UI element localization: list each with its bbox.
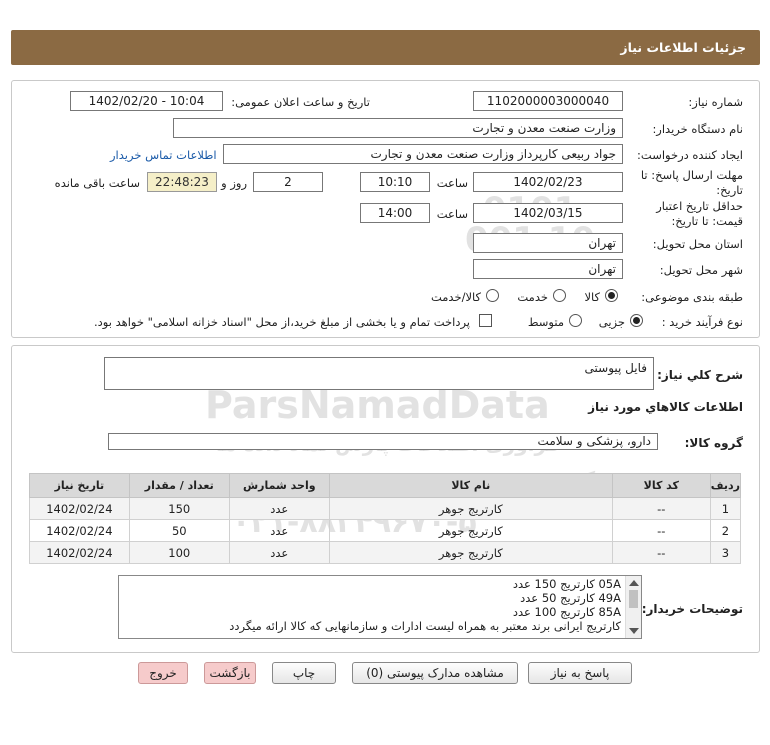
remaining-time-field: 22:48:23 [147,172,217,192]
page-title: جزئیات اطلاعات نیاز [11,30,760,65]
note-line: کارتریج ایرانی برند معتبر به همراه لیست … [229,619,621,633]
scroll-up-icon[interactable] [629,580,639,586]
category-option-service: خدمت [517,290,548,304]
cell-date: 1402/02/24 [29,497,130,520]
process-option-medium: متوسط [527,315,564,329]
province-label: استان محل تحویل: [652,237,743,251]
validity-label-line1: حداقل تاریخ اعتبار [656,199,743,213]
scroll-thumb[interactable] [629,590,638,608]
validity-label-line2: قیمت: تا تاریخ: [671,214,743,228]
table-row: 3 -- کارتریج جوهر عدد 100 1402/02/24 [29,541,742,564]
exit-button[interactable]: خروج [138,662,188,684]
treasury-payment-note: پرداخت تمام و یا بخشی از مبلغ خرید،از مح… [94,315,470,329]
goods-table: ردیف کد کالا نام کالا واحد شمارش تعداد /… [29,473,742,564]
col-unit: واحد شمارش [228,473,330,498]
cell-row: 2 [709,519,742,542]
col-code: کد کالا [611,473,711,498]
deadline-label-line1: مهلت ارسال پاسخ: تا [640,168,743,182]
province-field: تهران [473,233,623,253]
deadline-date-field: 1402/02/23 [473,172,623,192]
notes-scrollbar[interactable] [625,576,641,638]
reply-button[interactable]: پاسخ به نیاز [528,662,632,684]
days-label: روز و [221,176,247,190]
validity-time-field: 14:00 [360,203,430,223]
deadline-label-line2: تاریخ: [716,183,743,197]
cell-date: 1402/02/24 [29,541,130,564]
summary-label: شرح کلي نیاز: [657,368,743,382]
note-line: 85A کارتریج 100 عدد [512,605,621,619]
view-attachments-button[interactable]: مشاهده مدارک پیوستی (0) [352,662,518,684]
deadline-time-field: 10:10 [360,172,430,192]
deadline-label: مهلت ارسال پاسخ: تا تاریخ: [641,168,743,198]
summary-field: فایل پیوستی [104,357,654,390]
note-line: 05A کارتریج 150 عدد [512,577,621,591]
treasury-payment-checkbox[interactable] [479,314,492,327]
cell-date: 1402/02/24 [29,519,130,542]
process-radio-medium[interactable] [569,314,582,327]
remaining-time-label: ساعت باقی مانده [54,176,140,190]
print-button[interactable]: چاپ [272,662,336,684]
announce-field: 1402/02/20 - 10:04 [70,91,223,111]
buyer-org-field: وزارت صنعت معدن و تجارت [173,118,623,138]
creator-label: ایجاد کننده درخواست: [637,148,743,162]
need-number-label: شماره نیاز: [688,95,743,109]
col-date: تاریخ نیاز [29,473,130,498]
cell-unit: عدد [228,541,330,564]
city-label: شهر محل تحویل: [659,263,743,277]
back-button[interactable]: بازگشت [204,662,256,684]
note-line: 49A کارتریج 50 عدد [520,591,621,605]
process-radio-minor[interactable] [630,314,643,327]
city-field: تهران [473,259,623,279]
col-name: نام کالا [328,473,613,498]
process-label: نوع فرآیند خرید : [661,315,743,329]
deadline-time-label: ساعت [436,176,468,190]
validity-date-field: 1402/03/15 [473,203,623,223]
goods-info-title: اطلاعات کالاهاي مورد نیاز [588,400,743,414]
cell-qty: 100 [128,541,230,564]
validity-label: حداقل تاریخ اعتبار قیمت: تا تاریخ: [656,199,743,229]
process-option-minor: جزیی [598,315,625,329]
cell-name: کارتریج جوهر [328,541,613,564]
announce-label: تاریخ و ساعت اعلان عمومی: [231,95,370,109]
buyer-org-label: نام دستگاه خریدار: [652,122,743,136]
scroll-down-icon[interactable] [629,628,639,634]
contact-buyer-link[interactable]: اطلاعات تماس خریدار [110,148,217,162]
cell-unit: عدد [228,497,330,520]
cell-row: 1 [709,497,742,520]
cell-code: -- [611,541,711,564]
cell-row: 3 [709,541,742,564]
buyer-notes-textarea[interactable]: 05A کارتریج 150 عدد 49A کارتریج 50 عدد 8… [118,575,642,639]
cell-code: -- [611,519,711,542]
goods-table-header: ردیف کد کالا نام کالا واحد شمارش تعداد /… [29,473,742,498]
days-field: 2 [253,172,323,192]
category-radio-service[interactable] [553,289,566,302]
category-label: طبقه بندی موضوعی: [641,290,743,304]
validity-time-label: ساعت [436,207,468,221]
table-row: 1 -- کارتریج جوهر عدد 150 1402/02/24 [29,497,742,520]
category-radio-goods[interactable] [605,289,618,302]
cell-qty: 50 [128,519,230,542]
category-radio-goods-service[interactable] [486,289,499,302]
cell-name: کارتریج جوهر [328,497,613,520]
creator-field: جواد ربیعی کارپرداز وزارت صنعت معدن و تج… [223,144,623,164]
cell-name: کارتریج جوهر [328,519,613,542]
cell-code: -- [611,497,711,520]
cell-unit: عدد [228,519,330,542]
col-row: ردیف [709,473,742,498]
goods-group-field: دارو، پزشکی و سلامت [108,433,658,450]
table-row: 2 -- کارتریج جوهر عدد 50 1402/02/24 [29,519,742,542]
need-number-field: 1102000003000040 [473,91,623,111]
category-option-goods-service: کالا/خدمت [430,290,481,304]
buyer-notes-label: توضیحات خریدار: [641,602,743,616]
col-qty: تعداد / مقدار [128,473,230,498]
category-option-goods: کالا [584,290,600,304]
goods-group-label: گروه کالا: [684,436,743,450]
cell-qty: 150 [128,497,230,520]
